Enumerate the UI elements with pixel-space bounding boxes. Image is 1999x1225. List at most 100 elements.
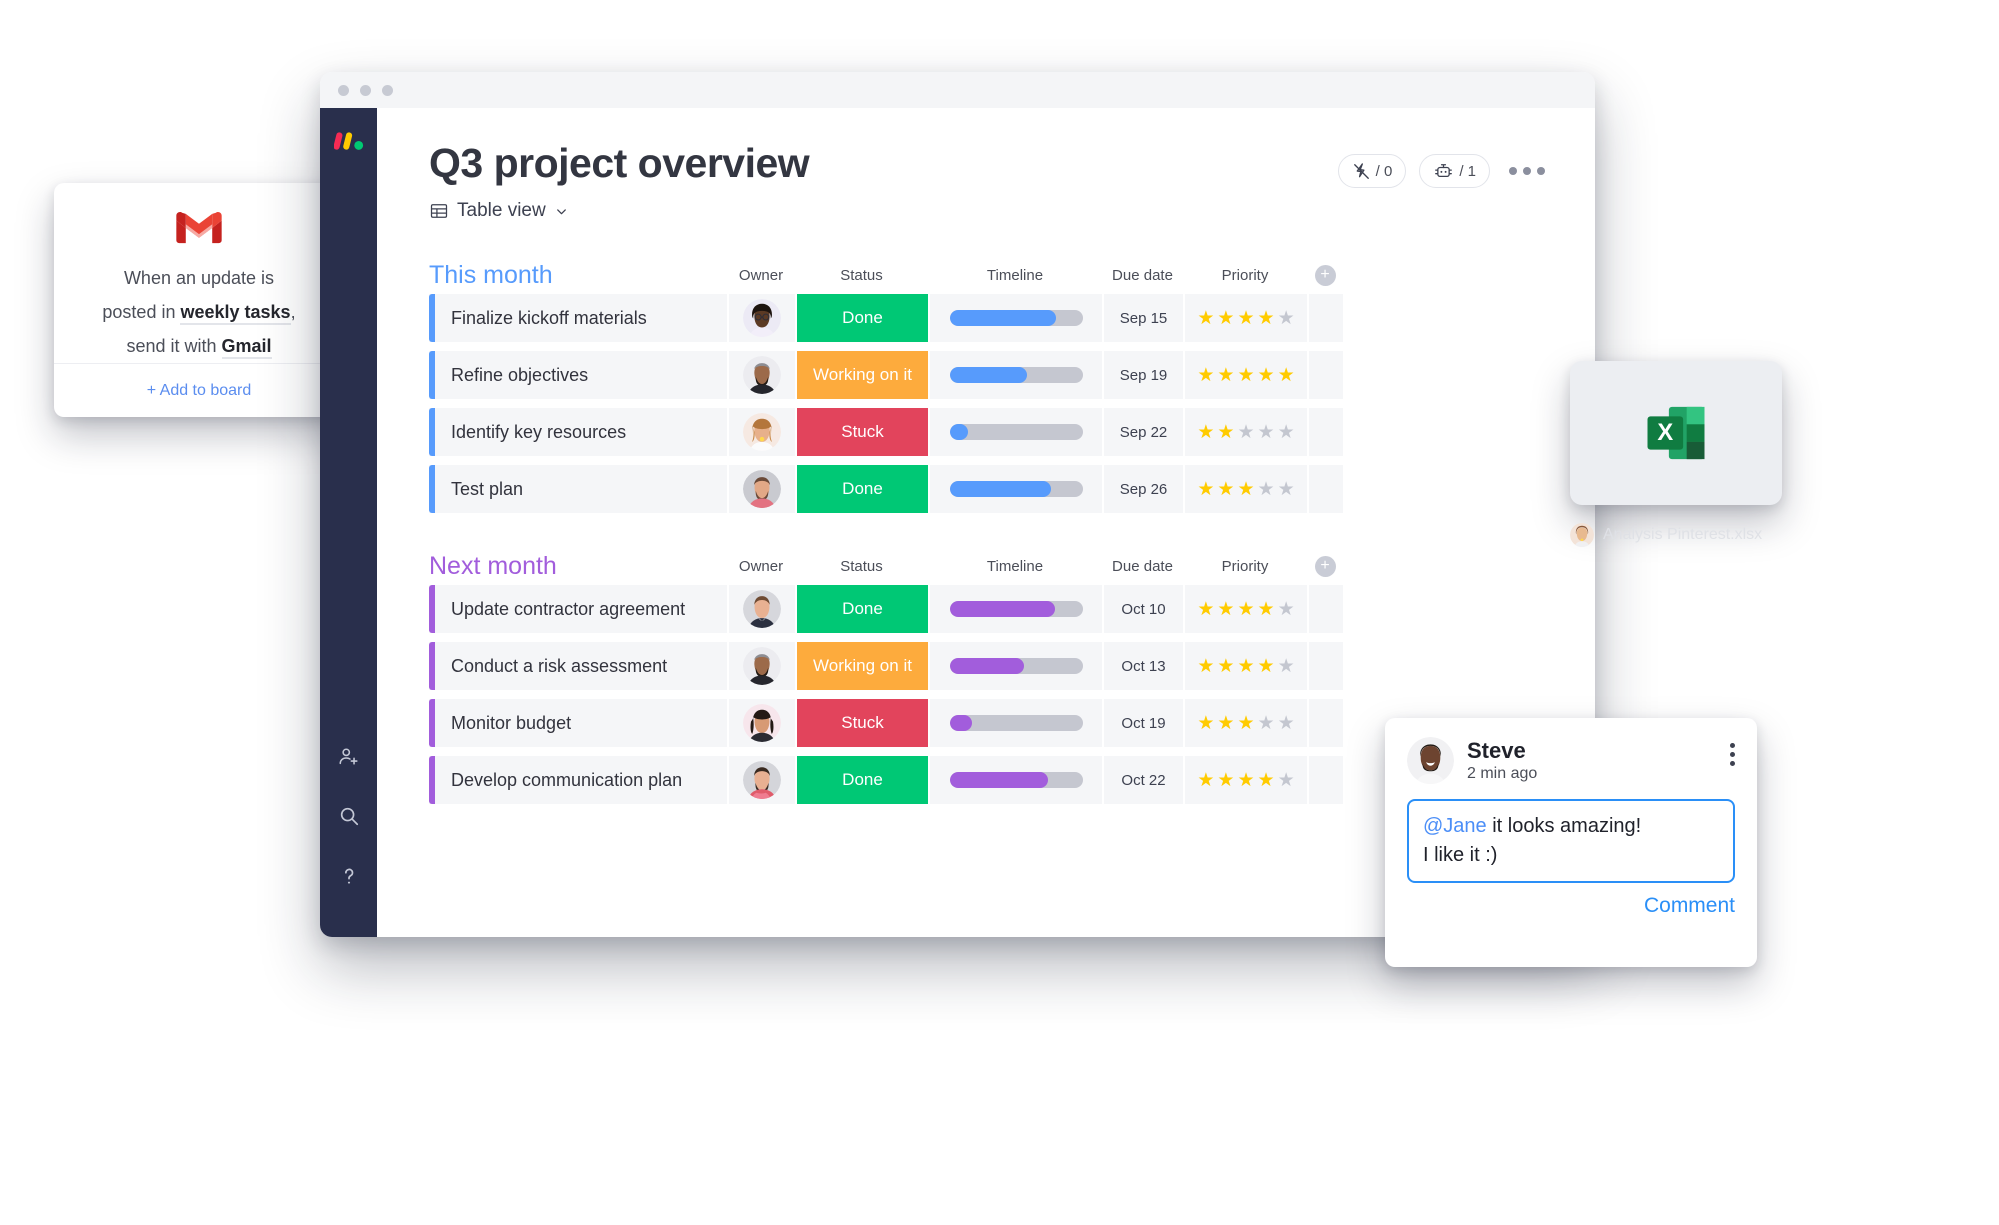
group-title[interactable]: Next month — [429, 552, 727, 581]
priority-stars[interactable]: ★ ★ ★ ★ ★ — [1197, 598, 1294, 621]
task-name[interactable]: Conduct a risk assessment — [429, 642, 727, 690]
timeline-cell[interactable] — [928, 351, 1102, 399]
task-name[interactable]: Test plan — [429, 465, 727, 513]
due-date-cell[interactable]: Oct 13 — [1102, 642, 1183, 690]
due-date-cell[interactable]: Oct 22 — [1102, 756, 1183, 804]
search-icon[interactable] — [334, 801, 364, 831]
column-header[interactable]: Owner — [727, 558, 795, 575]
table-row[interactable]: Refine objectives Working on it Sep 19 ★ ★ ★… — [429, 351, 1595, 399]
task-name[interactable]: Finalize kickoff materials — [429, 294, 727, 342]
status-cell[interactable]: Working on it — [795, 351, 928, 399]
avatar[interactable] — [743, 299, 781, 337]
timeline-cell[interactable] — [928, 756, 1102, 804]
priority-cell[interactable]: ★ ★ ★ ★ ★ — [1183, 756, 1307, 804]
status-cell[interactable]: Stuck — [795, 408, 928, 456]
owner-cell[interactable] — [727, 642, 795, 690]
timeline-cell[interactable] — [928, 408, 1102, 456]
column-header[interactable]: Timeline — [928, 267, 1102, 284]
column-header[interactable]: Priority — [1183, 558, 1307, 575]
owner-cell[interactable] — [727, 585, 795, 633]
priority-stars[interactable]: ★ ★ ★ ★ ★ — [1197, 364, 1294, 387]
avatar[interactable] — [743, 470, 781, 508]
gmail-automation-card[interactable]: When an update is posted in weekly tasks… — [54, 183, 344, 417]
view-selector[interactable]: Table view — [429, 200, 1595, 222]
status-cell[interactable]: Done — [795, 465, 928, 513]
add-to-board-button[interactable]: + Add to board — [147, 382, 252, 400]
priority-stars[interactable]: ★ ★ ★ ★ ★ — [1197, 307, 1294, 330]
owner-cell[interactable] — [727, 408, 795, 456]
priority-stars[interactable]: ★ ★ ★ ★ ★ — [1197, 478, 1294, 501]
column-header[interactable]: Priority — [1183, 267, 1307, 284]
integrations-button[interactable]: / 0 — [1337, 154, 1407, 188]
owner-cell[interactable] — [727, 756, 795, 804]
priority-stars[interactable]: ★ ★ ★ ★ ★ — [1197, 712, 1294, 735]
task-name[interactable]: Update contractor agreement — [429, 585, 727, 633]
priority-cell[interactable]: ★ ★ ★ ★ ★ — [1183, 351, 1307, 399]
due-date-cell[interactable]: Sep 22 — [1102, 408, 1183, 456]
timeline-cell[interactable] — [928, 465, 1102, 513]
comment-submit-button[interactable]: Comment — [1407, 894, 1735, 918]
priority-cell[interactable]: ★ ★ ★ ★ ★ — [1183, 465, 1307, 513]
priority-cell[interactable]: ★ ★ ★ ★ ★ — [1183, 699, 1307, 747]
kebab-menu-icon[interactable] — [1730, 737, 1735, 766]
avatar[interactable] — [743, 413, 781, 451]
due-date-cell[interactable]: Sep 26 — [1102, 465, 1183, 513]
owner-cell[interactable] — [727, 294, 795, 342]
task-name[interactable]: Monitor budget — [429, 699, 727, 747]
priority-stars[interactable]: ★ ★ ★ ★ ★ — [1197, 655, 1294, 678]
priority-cell[interactable]: ★ ★ ★ ★ ★ — [1183, 294, 1307, 342]
timeline-cell[interactable] — [928, 699, 1102, 747]
column-header[interactable]: Due date — [1102, 267, 1183, 284]
task-name[interactable]: Refine objectives — [429, 351, 727, 399]
priority-cell[interactable]: ★ ★ ★ ★ ★ — [1183, 642, 1307, 690]
table-row[interactable]: Conduct a risk assessment Working on it O… — [429, 642, 1595, 690]
priority-cell[interactable]: ★ ★ ★ ★ ★ — [1183, 408, 1307, 456]
window-maximize-dot[interactable] — [382, 84, 393, 96]
table-row[interactable]: Update contractor agreement Done Oct 10 ★ ★… — [429, 585, 1595, 633]
due-date-cell[interactable]: Oct 10 — [1102, 585, 1183, 633]
owner-cell[interactable] — [727, 351, 795, 399]
avatar[interactable] — [743, 761, 781, 799]
status-cell[interactable]: Done — [795, 294, 928, 342]
window-minimize-dot[interactable] — [360, 84, 371, 96]
priority-stars[interactable]: ★ ★ ★ ★ ★ — [1197, 421, 1294, 444]
column-header[interactable]: Timeline — [928, 558, 1102, 575]
avatar[interactable] — [743, 590, 781, 628]
owner-cell[interactable] — [727, 699, 795, 747]
column-header[interactable]: Due date — [1102, 558, 1183, 575]
more-options-icon[interactable] — [1503, 161, 1551, 181]
priority-stars[interactable]: ★ ★ ★ ★ ★ — [1197, 769, 1294, 792]
automations-button[interactable]: / 1 — [1419, 154, 1490, 188]
status-cell[interactable]: Done — [795, 756, 928, 804]
group-title[interactable]: This month — [429, 261, 727, 290]
monday-logo-icon[interactable] — [333, 130, 364, 152]
task-name[interactable]: Develop communication plan — [429, 756, 727, 804]
add-column-button[interactable]: + — [1307, 555, 1343, 577]
column-header[interactable]: Status — [795, 267, 928, 284]
avatar[interactable] — [743, 647, 781, 685]
comment-input[interactable]: @Jane it looks amazing! I like it :) — [1407, 799, 1735, 883]
status-cell[interactable]: Done — [795, 585, 928, 633]
timeline-cell[interactable] — [928, 294, 1102, 342]
avatar[interactable] — [743, 704, 781, 742]
avatar[interactable] — [743, 356, 781, 394]
excel-file-card[interactable]: X — [1570, 361, 1782, 505]
table-row[interactable]: Finalize kickoff materials Done Sep 15 ★ ★ ★… — [429, 294, 1595, 342]
column-header[interactable]: Owner — [727, 267, 795, 284]
owner-cell[interactable] — [727, 465, 795, 513]
status-cell[interactable]: Stuck — [795, 699, 928, 747]
due-date-cell[interactable]: Sep 15 — [1102, 294, 1183, 342]
task-name[interactable]: Identify key resources — [429, 408, 727, 456]
column-header[interactable]: Status — [795, 558, 928, 575]
due-date-cell[interactable]: Sep 19 — [1102, 351, 1183, 399]
due-date-cell[interactable]: Oct 19 — [1102, 699, 1183, 747]
table-row[interactable]: Identify key resources Stuck Sep 22 ★ ★ ★ ★ ★ — [429, 408, 1595, 456]
invite-member-icon[interactable] — [334, 741, 364, 771]
window-close-dot[interactable] — [338, 84, 349, 96]
status-cell[interactable]: Working on it — [795, 642, 928, 690]
priority-cell[interactable]: ★ ★ ★ ★ ★ — [1183, 585, 1307, 633]
table-row[interactable]: Test plan Done Sep 26 ★ ★ ★ ★ ★ — [429, 465, 1595, 513]
help-icon[interactable] — [334, 861, 364, 891]
timeline-cell[interactable] — [928, 585, 1102, 633]
add-column-button[interactable]: + — [1307, 264, 1343, 286]
